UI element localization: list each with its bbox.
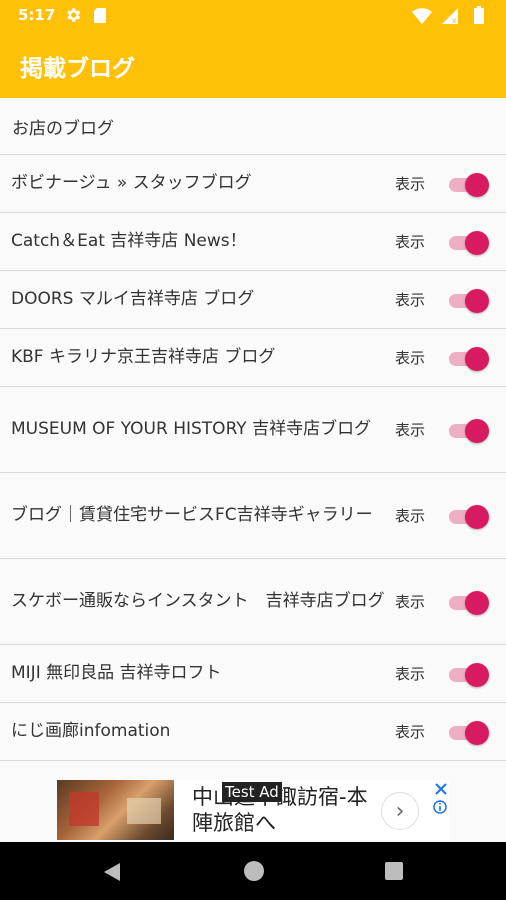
visibility-toggle[interactable] [447, 502, 491, 530]
blog-title: ブログ｜賃貸住宅サービスFC吉祥寺ギャラリー [11, 505, 373, 525]
settings-gear-icon [67, 8, 81, 22]
blog-title: DOORS マルイ吉祥寺店 ブログ [11, 289, 255, 309]
blog-row[interactable]: MIJI 無印良品 吉祥寺ロフト 表示 [0, 645, 506, 703]
app-bar: 掲載ブログ [0, 32, 506, 98]
home-icon[interactable] [244, 861, 264, 881]
recent-apps-icon[interactable] [385, 862, 403, 880]
blog-title: MIJI 無印良品 吉祥寺ロフト [11, 663, 222, 683]
visibility-toggle[interactable] [447, 228, 491, 256]
visibility-toggle[interactable] [447, 416, 491, 444]
blog-title: ボビナージュ » スタッフブログ [11, 173, 252, 193]
visibility-label: 表示 [395, 349, 426, 367]
visibility-label: 表示 [395, 723, 426, 741]
back-icon[interactable] [102, 862, 122, 882]
signal-icon: x [442, 8, 458, 25]
blog-row[interactable]: KBF キラリナ京王吉祥寺店 ブログ 表示 [0, 329, 506, 387]
ad-close-icon[interactable] [434, 782, 448, 796]
visibility-label: 表示 [395, 233, 426, 251]
blog-title: MUSEUM OF YOUR HISTORY 吉祥寺店ブログ [11, 419, 372, 439]
visibility-toggle[interactable] [447, 344, 491, 372]
blog-row[interactable]: スケボー通販ならインスタント 吉祥寺店ブログ 表示 [0, 559, 506, 645]
visibility-toggle[interactable] [447, 286, 491, 314]
visibility-toggle[interactable] [447, 170, 491, 198]
status-icons: x [412, 6, 484, 25]
svg-text:x: x [452, 16, 457, 25]
visibility-label: 表示 [395, 421, 426, 439]
ad-banner[interactable]: 中山道下諏訪宿-本陣旅館へ Test Ad › [57, 780, 450, 840]
blog-row[interactable]: MUSEUM OF YOUR HISTORY 吉祥寺店ブログ 表示 [0, 387, 506, 473]
blog-row[interactable]: DOORS マルイ吉祥寺店 ブログ 表示 [0, 271, 506, 329]
ad-image[interactable] [57, 780, 174, 840]
test-ad-label: Test Ad [222, 782, 282, 802]
navigation-bar [0, 842, 506, 900]
visibility-label: 表示 [395, 507, 426, 525]
sd-card-icon [94, 8, 106, 23]
blog-row[interactable]: ブログ｜賃貸住宅サービスFC吉祥寺ギャラリー 表示 [0, 473, 506, 559]
blog-title: KBF キラリナ京王吉祥寺店 ブログ [11, 347, 276, 367]
visibility-label: 表示 [395, 175, 426, 193]
blog-list[interactable]: お店のブログ ボビナージュ » スタッフブログ 表示 Catch＆Eat 吉祥寺… [0, 98, 506, 778]
blog-row[interactable]: ボビナージュ » スタッフブログ 表示 [0, 155, 506, 213]
visibility-label: 表示 [395, 593, 426, 611]
blog-title: スケボー通販ならインスタント 吉祥寺店ブログ [11, 591, 385, 611]
visibility-toggle[interactable] [447, 660, 491, 688]
page-title: 掲載ブログ [20, 56, 135, 82]
blog-row[interactable]: にじ画廊infomation 表示 [0, 703, 506, 761]
blog-row[interactable]: Catch＆Eat 吉祥寺店 News！ 表示 [0, 213, 506, 271]
blog-row-partial[interactable] [0, 761, 506, 778]
ad-text[interactable]: 中山道下諏訪宿-本陣旅館へ [192, 784, 382, 836]
battery-icon [474, 6, 484, 24]
visibility-label: 表示 [395, 291, 426, 309]
wifi-icon [412, 8, 432, 24]
section-header: お店のブログ [0, 98, 506, 155]
visibility-label: 表示 [395, 665, 426, 683]
blog-title: Catch＆Eat 吉祥寺店 News！ [11, 231, 247, 251]
chevron-right-icon: › [395, 798, 405, 824]
ad-arrow-button[interactable]: › [381, 792, 419, 830]
visibility-toggle[interactable] [447, 588, 491, 616]
blog-title: にじ画廊infomation [11, 721, 171, 741]
ad-info-icon[interactable] [433, 800, 447, 814]
status-time: 5:17 [18, 6, 56, 24]
status-bar: 5:17 x [0, 0, 506, 32]
visibility-toggle[interactable] [447, 718, 491, 746]
